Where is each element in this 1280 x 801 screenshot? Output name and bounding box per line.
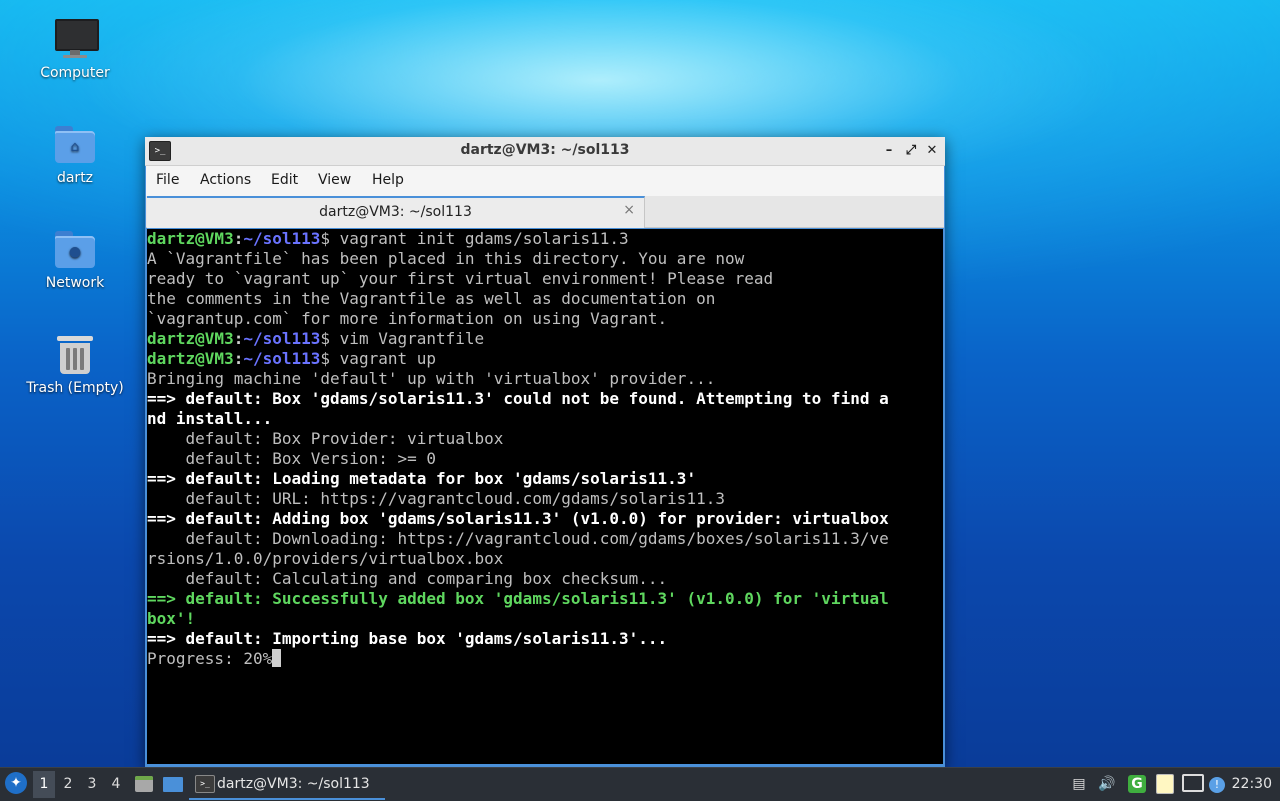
output-line: default: URL: https://vagrantcloud.com/g… [147,489,725,508]
volume-icon[interactable]: 🔊 [1097,774,1117,794]
desktop-icon-home[interactable]: ⌂ dartz [20,122,130,186]
maximize-button[interactable]: ⤢ [901,141,921,161]
desktop-icon-network[interactable]: ● Network [20,227,130,291]
tab-close-icon[interactable]: × [623,202,635,218]
output-line: Bringing machine 'default' up with 'virt… [147,369,716,388]
storage-icon[interactable]: ▤ [1069,774,1089,794]
window-titlebar[interactable]: >_ dartz@VM3: ~/sol113 – ⤢ ✕ [145,137,945,166]
task-label: dartz@VM3: ~/sol113 [217,776,370,792]
tab-terminal[interactable]: dartz@VM3: ~/sol113 × [147,196,645,228]
desktop-icon-trash[interactable]: Trash (Empty) [20,332,130,396]
output-line: ==> default: Loading metadata for box 'g… [147,469,697,488]
prompt-line: dartz@VM3:~/sol113$ vagrant init gdams/s… [147,229,629,248]
output-line: A `Vagrantfile` has been placed in this … [147,249,745,268]
prompt-line: dartz@VM3:~/sol113$ vagrant up [147,349,436,368]
menu-edit[interactable]: Edit [271,172,298,188]
workspace-4[interactable]: 4 [105,771,127,798]
desktop-icon-label: Computer [40,65,110,81]
menu-help[interactable]: Help [372,172,404,188]
output-line: `vagrantup.com` for more information on … [147,309,668,328]
output-line: box'! [147,609,196,628]
output-line: rsions/1.0.0/providers/virtualbox.box [147,549,504,568]
desktop-icon-label: dartz [56,170,94,186]
output-line: ==> default: Importing base box 'gdams/s… [147,629,668,648]
prompt-line: dartz@VM3:~/sol113$ vim Vagrantfile [147,329,485,348]
file-manager-icon[interactable] [133,774,155,794]
terminal-icon: >_ [195,775,215,793]
output-line: nd install... [147,409,273,428]
workspace-2[interactable]: 2 [57,771,79,798]
desktop-icon-label: Trash (Empty) [26,380,124,396]
clock[interactable]: 22:30 [1232,776,1272,792]
network-folder-icon: ● [53,227,97,271]
text-cursor [272,649,282,667]
home-folder-icon: ⌂ [53,122,97,166]
output-line: ready to `vagrant up` your first virtual… [147,269,774,288]
trash-icon [53,332,97,376]
network-status-icon[interactable] [1182,774,1204,794]
update-icon[interactable]: G [1127,774,1147,794]
menu-actions[interactable]: Actions [200,172,251,188]
desktop-icon-label: Network [45,275,105,291]
terminal-output[interactable]: dartz@VM3:~/sol113$ vagrant init gdams/s… [147,229,943,764]
menu-bar: File Actions Edit View Help [146,166,944,196]
output-line: default: Calculating and comparing box c… [147,569,668,588]
tab-label: dartz@VM3: ~/sol113 [319,204,472,220]
workspace-1[interactable]: 1 [33,771,55,798]
tab-bar: dartz@VM3: ~/sol113 × [146,196,944,228]
show-desktop-icon[interactable] [161,774,183,794]
minimize-button[interactable]: – [879,141,899,161]
close-button[interactable]: ✕ [922,141,942,161]
output-line: default: Box Provider: virtualbox [147,429,504,448]
workspace-3[interactable]: 3 [81,771,103,798]
output-line: ==> default: Successfully added box 'gda… [147,589,889,608]
clipboard-icon[interactable] [1155,774,1175,794]
window-title: dartz@VM3: ~/sol113 [460,142,630,158]
output-line: ==> default: Box 'gdams/solaris11.3' cou… [147,389,889,408]
computer-icon [53,17,99,61]
taskbar-task-terminal[interactable]: >_ dartz@VM3: ~/sol113 [189,770,385,800]
menu-view[interactable]: View [318,172,351,188]
taskbar: ✦ 1 2 3 4 >_ dartz@VM3: ~/sol113 ▤ 🔊 G !… [0,767,1280,801]
progress-line: Progress: 20% [147,649,943,669]
menu-file[interactable]: File [156,172,179,188]
terminal-window: >_ dartz@VM3: ~/sol113 – ⤢ ✕ File Action… [145,137,945,767]
output-line: default: Box Version: >= 0 [147,449,436,468]
output-line: default: Downloading: https://vagrantclo… [147,529,889,548]
notification-icon[interactable]: ! [1207,774,1227,794]
output-line: the comments in the Vagrantfile as well … [147,289,716,308]
desktop-icon-computer[interactable]: Computer [20,17,130,81]
output-line: ==> default: Adding box 'gdams/solaris11… [147,509,889,528]
start-menu-icon[interactable]: ✦ [5,772,27,794]
